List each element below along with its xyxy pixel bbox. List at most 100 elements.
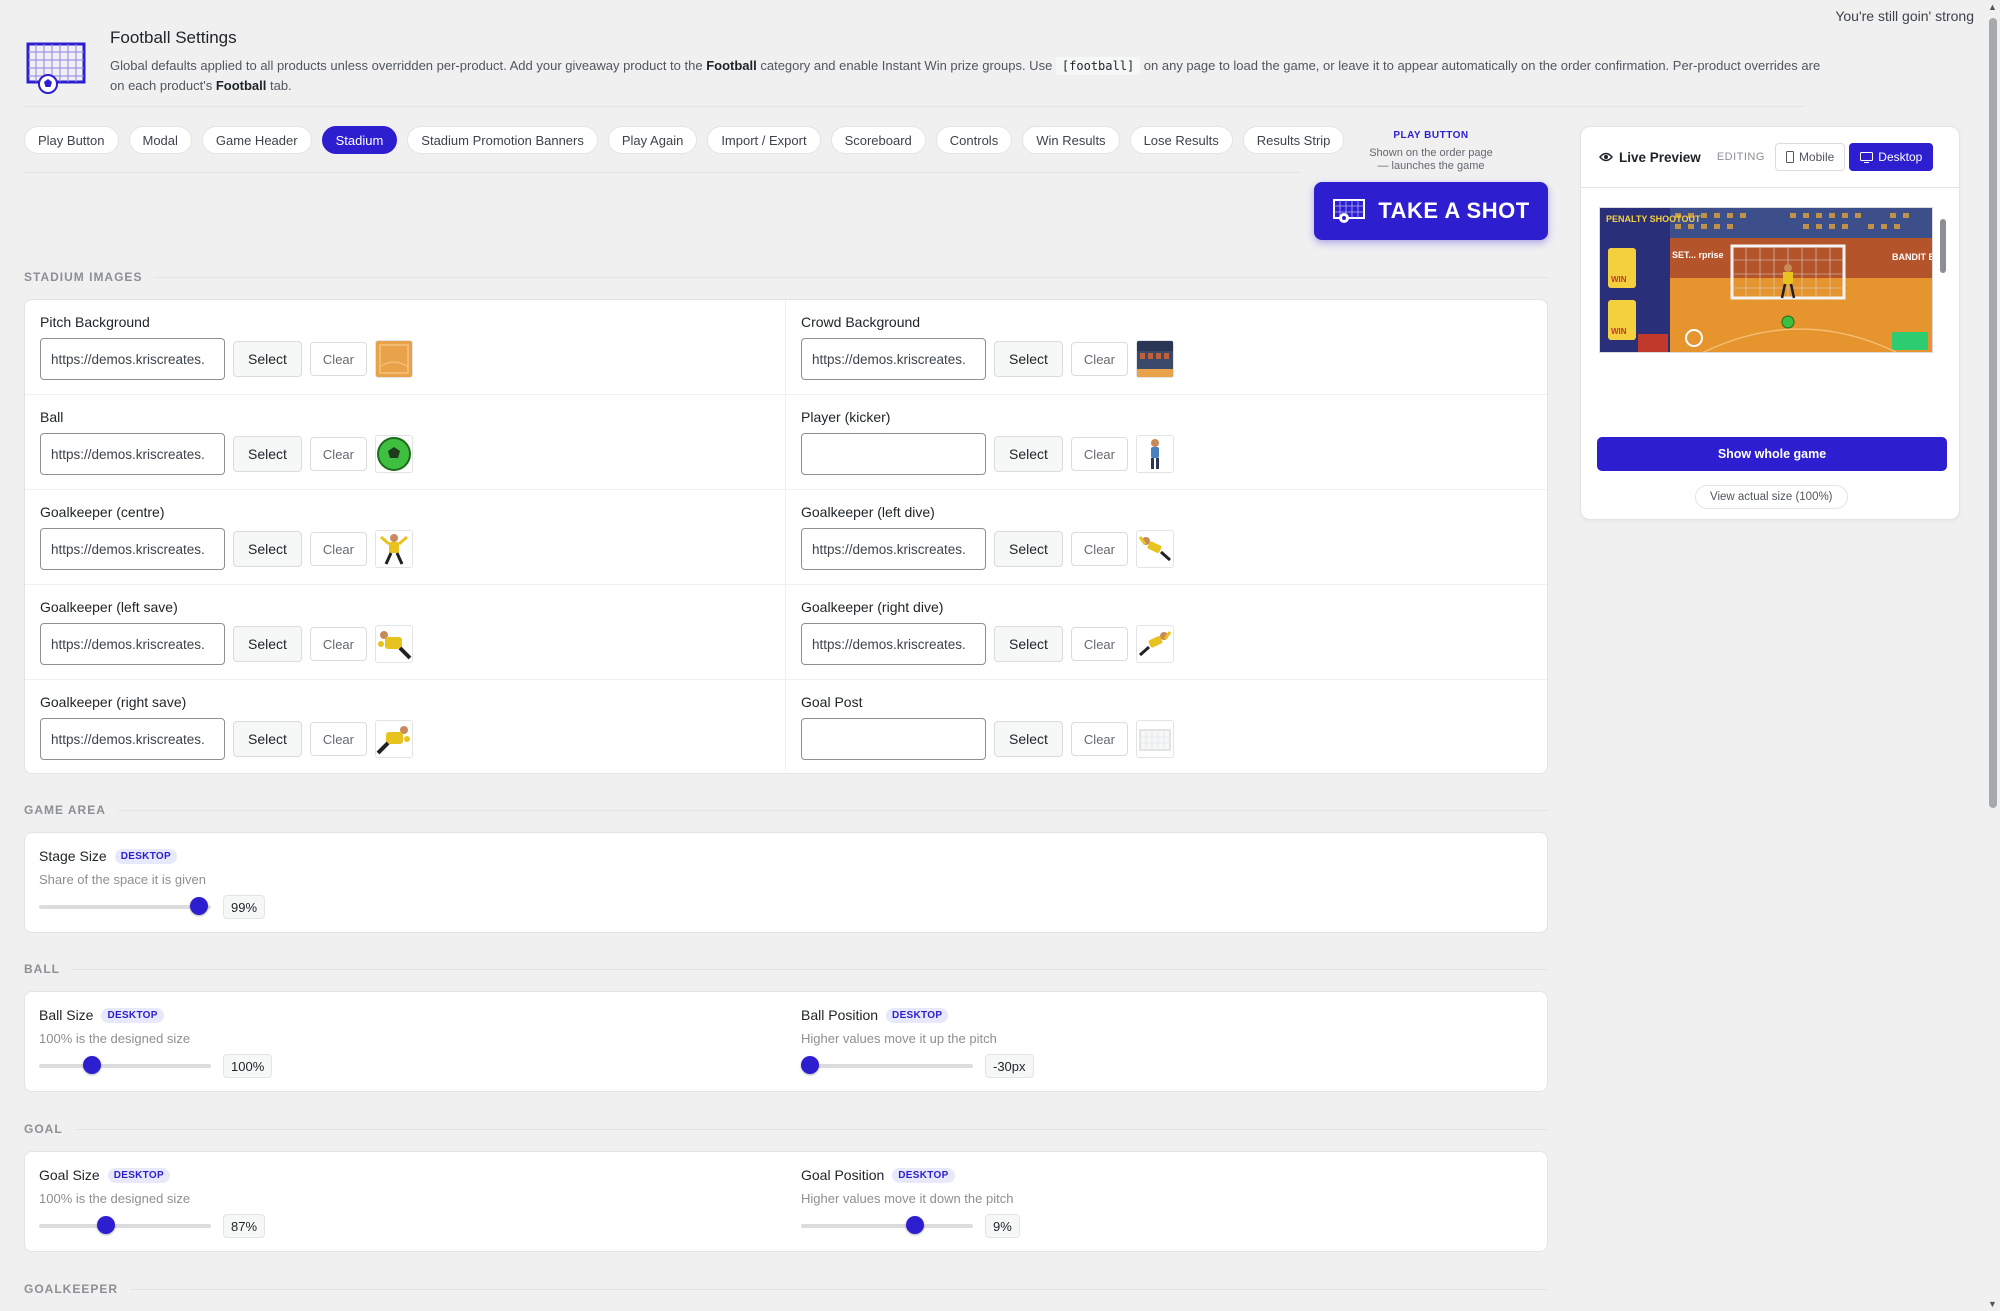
- goalkeeper-right-dive-select-button[interactable]: Select: [994, 626, 1063, 662]
- player-kicker-url-input[interactable]: [801, 433, 986, 475]
- live-preview-panel: Live Preview EDITING Mobile Desktop PENA…: [1580, 126, 1960, 520]
- view-actual-size-button[interactable]: View actual size (100%): [1695, 485, 1848, 509]
- show-whole-game-button[interactable]: Show whole game: [1597, 437, 1947, 471]
- ball-position-slider[interactable]: [800, 1056, 973, 1074]
- page-title: Football Settings: [110, 28, 237, 47]
- tab-controls[interactable]: Controls: [935, 126, 1013, 154]
- play-button-sub-2: — launches the game: [1377, 160, 1485, 172]
- goalkeeper-left-dive-url-input[interactable]: [801, 528, 986, 570]
- slider-knob[interactable]: [83, 1056, 102, 1074]
- crowd-background-clear-button[interactable]: Clear: [1070, 342, 1128, 376]
- ball-card: Ball Size DESKTOP 100% is the designed si…: [24, 991, 1548, 1092]
- tab-lose-results[interactable]: Lose Results: [1129, 126, 1233, 154]
- goalkeeper-right-save-url-input[interactable]: [40, 718, 225, 760]
- goalkeeper-centre-select-button[interactable]: Select: [233, 531, 302, 567]
- ball-clear-button[interactable]: Clear: [309, 437, 367, 471]
- tab-stadium[interactable]: Stadium: [321, 126, 398, 154]
- play-button-caption: PLAY BUTTON Shown on the order page — la…: [1314, 130, 1548, 173]
- image-field-ball: Ball Select Clear: [25, 395, 786, 490]
- ball-size-value: 100%: [223, 1054, 273, 1078]
- keeper-left-dive-thumb: [1136, 530, 1174, 568]
- take-a-shot-button[interactable]: TAKE A SHOT: [1314, 182, 1548, 240]
- goalkeeper-centre-url-input[interactable]: [40, 528, 225, 570]
- image-field-pitch-background: Pitch Background Select Clear: [25, 300, 786, 395]
- scroll-up-arrow-icon[interactable]: ▲: [1988, 2, 1997, 12]
- goalkeeper-left-save-clear-button[interactable]: Clear: [309, 627, 367, 661]
- goal-icon: [24, 38, 90, 94]
- goal-post-clear-button[interactable]: Clear: [1070, 722, 1128, 756]
- game-area-card: Stage Size DESKTOP Share of the space it …: [24, 832, 1548, 933]
- goal-post-url-input[interactable]: [801, 718, 986, 760]
- goal-position-slider[interactable]: [801, 1216, 973, 1234]
- player-kicker-clear-button[interactable]: Clear: [1070, 437, 1128, 471]
- pitch-thumb: [375, 340, 413, 378]
- mobile-toggle[interactable]: Mobile: [1774, 143, 1846, 171]
- stage-size-slider[interactable]: [39, 897, 211, 915]
- game-preview-image: PENALTY SHOOTOUT WIN WIN SET... rprise B…: [1599, 207, 1933, 353]
- tab-scoreboard[interactable]: Scoreboard: [830, 126, 926, 154]
- goal-card: Goal Size DESKTOP 100% is the designed si…: [24, 1151, 1548, 1252]
- section-game-area: GAME AREA: [24, 803, 1548, 817]
- goalkeeper-left-dive-clear-button[interactable]: Clear: [1070, 532, 1128, 566]
- tab-modal[interactable]: Modal: [128, 126, 192, 154]
- image-field-goal-post: Goal Post Select Clear: [786, 680, 1547, 775]
- crowd-background-url-input[interactable]: [801, 338, 986, 380]
- tab-play-again[interactable]: Play Again: [607, 126, 698, 154]
- goal-size-slider[interactable]: [39, 1216, 211, 1234]
- ball-select-button[interactable]: Select: [233, 436, 302, 472]
- tab-game-header[interactable]: Game Header: [201, 126, 312, 154]
- ball-position-field: Ball Position DESKTOP Higher values move …: [800, 1007, 1034, 1078]
- tab-stadium-promotion-banners[interactable]: Stadium Promotion Banners: [407, 126, 598, 154]
- svg-text:BANDIT BOUT: BANDIT BOUT: [1892, 252, 1933, 262]
- play-button-sub-1: Shown on the order page: [1369, 147, 1493, 159]
- monitor-icon: [1860, 151, 1874, 163]
- page-scrollbar[interactable]: ▲ ▼: [1986, 0, 2000, 1311]
- tab-import-export[interactable]: Import / Export: [707, 126, 821, 154]
- stadium-images-card: Pitch Background Select Clear Crowd Back…: [24, 299, 1548, 775]
- pitch-background-url-input[interactable]: [40, 338, 225, 380]
- goalkeeper-right-dive-url-input[interactable]: [801, 623, 986, 665]
- slider-knob[interactable]: [97, 1216, 116, 1234]
- tab-play-button[interactable]: Play Button: [24, 126, 119, 154]
- desktop-toggle[interactable]: Desktop: [1849, 143, 1934, 171]
- goal-position-value: 9%: [985, 1214, 1020, 1238]
- kicker-thumb: [1136, 435, 1174, 473]
- phone-icon: [1785, 151, 1794, 163]
- ball-size-field: Ball Size DESKTOP 100% is the designed si…: [39, 1007, 273, 1078]
- image-field-goalkeeper-left-dive: Goalkeeper (left dive) Select Clear: [786, 490, 1547, 585]
- scrollbar-thumb[interactable]: [1989, 18, 1997, 808]
- goalkeeper-left-dive-select-button[interactable]: Select: [994, 531, 1063, 567]
- goalkeeper-left-save-url-input[interactable]: [40, 623, 225, 665]
- desktop-badge: DESKTOP: [886, 1007, 949, 1023]
- goalkeeper-right-dive-clear-button[interactable]: Clear: [1070, 627, 1128, 661]
- slider-knob[interactable]: [189, 897, 208, 915]
- goal-post-select-button[interactable]: Select: [994, 721, 1063, 757]
- crowd-background-select-button[interactable]: Select: [994, 341, 1063, 377]
- pitch-background-select-button[interactable]: Select: [233, 341, 302, 377]
- ball-url-input[interactable]: [40, 433, 225, 475]
- goalkeeper-left-save-select-button[interactable]: Select: [233, 626, 302, 662]
- scroll-down-arrow-icon[interactable]: ▼: [1988, 1299, 1997, 1309]
- image-field-goalkeeper-left-save: Goalkeeper (left save) Select Clear: [25, 585, 786, 680]
- svg-text:WIN: WIN: [1611, 327, 1627, 336]
- slider-knob[interactable]: [905, 1216, 924, 1234]
- goalkeeper-right-save-select-button[interactable]: Select: [233, 721, 302, 757]
- player-kicker-select-button[interactable]: Select: [994, 436, 1063, 472]
- desktop-badge: DESKTOP: [107, 1167, 170, 1183]
- goal-size-field: Goal Size DESKTOP 100% is the designed si…: [39, 1167, 266, 1238]
- ball-size-slider[interactable]: [39, 1056, 211, 1074]
- pitch-background-clear-button[interactable]: Clear: [309, 342, 367, 376]
- preview-logo-text: PENALTY SHOOTOUT: [1606, 214, 1701, 224]
- page-header: Football Settings Global defaults applie…: [24, 28, 1824, 96]
- ball-thumb: [375, 435, 413, 473]
- image-field-player-kicker: Player (kicker) Select Clear: [786, 395, 1547, 490]
- slider-knob[interactable]: [800, 1056, 819, 1074]
- keeper-left-save-thumb: [375, 625, 413, 663]
- tab-win-results[interactable]: Win Results: [1022, 126, 1120, 154]
- goal-position-field: Goal Position DESKTOP Higher values move …: [801, 1167, 1020, 1238]
- goalkeeper-right-save-clear-button[interactable]: Clear: [309, 722, 367, 756]
- goalkeeper-centre-clear-button[interactable]: Clear: [309, 532, 367, 566]
- preview-scrollbar[interactable]: [1939, 207, 1947, 353]
- section-goalkeeper: GOALKEEPER: [24, 1282, 1548, 1296]
- crowd-thumb: [1136, 340, 1174, 378]
